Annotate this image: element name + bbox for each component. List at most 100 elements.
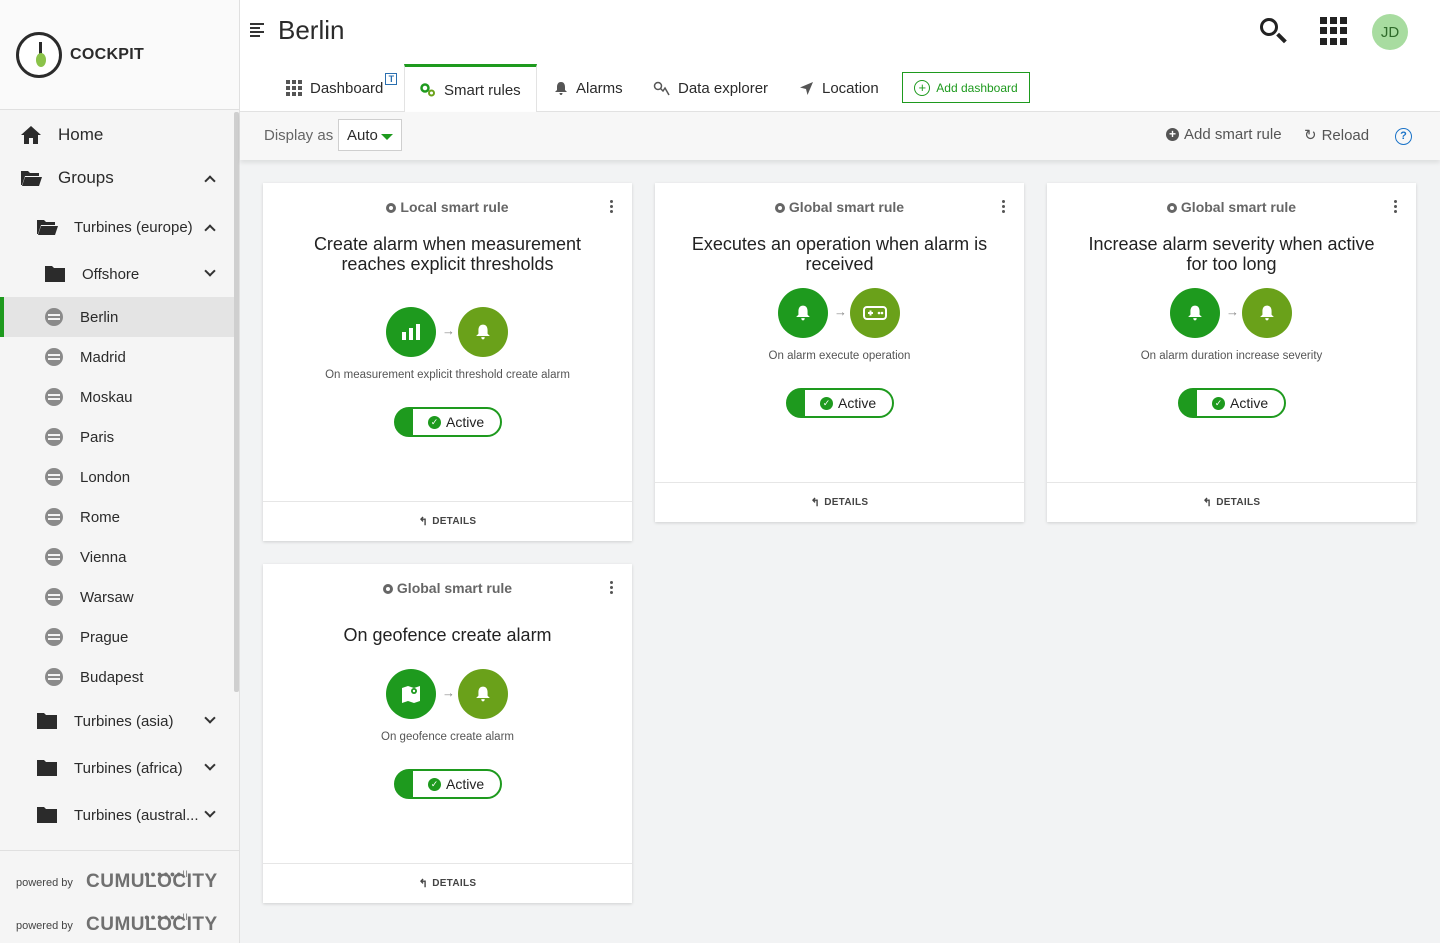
nav-home[interactable]: Home <box>0 118 236 152</box>
caret-down-icon <box>381 134 393 140</box>
tab-data-explorer[interactable]: Data explorer <box>653 64 768 112</box>
tab-dashboard-label: Dashboard <box>310 79 384 97</box>
tab-smart-rules[interactable]: Smart rules <box>404 64 537 113</box>
chevron-down-icon[interactable] <box>204 712 216 724</box>
details-label: DETAILS <box>1216 497 1261 508</box>
cumulocity-logo-text: CUMULOCITY <box>86 871 218 892</box>
tab-location-label: Location <box>822 79 879 97</box>
app-switcher-icon[interactable] <box>1320 17 1348 45</box>
user-avatar[interactable]: JD <box>1372 14 1408 50</box>
details-button[interactable]: ↰ DETAILS <box>1047 482 1416 522</box>
nav-device-label: Paris <box>80 428 115 446</box>
brand[interactable]: COCKPIT <box>0 0 239 110</box>
nav-device-paris[interactable]: Paris <box>0 417 236 457</box>
nav-device-budapest[interactable]: Budapest <box>0 657 236 697</box>
refresh-icon: ↻ <box>1304 127 1317 144</box>
sidebar: COCKPIT Home Groups Turbines (europe) Of… <box>0 0 240 943</box>
details-button[interactable]: ↰ DETAILS <box>263 501 632 541</box>
tab-dashboard[interactable]: Dashboard T <box>286 64 398 112</box>
nav-turbines-asia[interactable]: Turbines (asia) <box>0 704 236 738</box>
nav-turbines-asia-label: Turbines (asia) <box>74 712 174 730</box>
grid-icon <box>286 80 302 96</box>
nav-turbines-europe[interactable]: Turbines (europe) <box>0 210 236 244</box>
rule-title: Increase alarm severity when active for … <box>1088 234 1375 274</box>
chevron-down-icon[interactable] <box>204 806 216 818</box>
help-icon[interactable]: ? <box>1395 128 1412 145</box>
device-icon <box>45 468 63 486</box>
gamepad-icon <box>850 288 900 338</box>
rule-description: On alarm execute operation <box>768 350 911 362</box>
chevron-down-icon[interactable] <box>204 759 216 771</box>
chevron-up-icon[interactable] <box>204 175 216 187</box>
nav-device-warsaw[interactable]: Warsaw <box>0 577 236 617</box>
device-icon <box>45 668 63 686</box>
smart-rule-card: Global smart rule Increase alarm severit… <box>1047 183 1416 522</box>
plus-circle-icon: + <box>914 79 931 96</box>
device-icon <box>45 508 63 526</box>
nav-device-moskau[interactable]: Moskau <box>0 377 236 417</box>
nav-turbines-australia-label: Turbines (austral... <box>74 806 199 824</box>
more-options-icon[interactable] <box>610 200 614 215</box>
details-button[interactable]: ↰ DETAILS <box>263 863 632 903</box>
rule-type: Local smart rule <box>400 199 509 215</box>
active-toggle[interactable]: ✓ Active <box>786 388 894 418</box>
menu-toggle-icon[interactable] <box>250 23 264 37</box>
tab-location[interactable]: Location <box>799 64 879 112</box>
rule-flow: → <box>1047 288 1416 340</box>
rule-title: Create alarm when measurement reaches ex… <box>313 234 582 274</box>
nav-device-label: Rome <box>80 508 121 526</box>
nav-device-label: Vienna <box>80 548 127 566</box>
nav-groups[interactable]: Groups <box>0 161 236 195</box>
folder-icon <box>44 265 66 283</box>
reply-arrow-icon: ↰ <box>418 878 429 890</box>
check-circle-icon: ✓ <box>428 778 441 791</box>
powered-by-label: powered by <box>16 919 73 932</box>
bell-icon <box>778 288 828 338</box>
nav-device-vienna[interactable]: Vienna <box>0 537 236 577</box>
home-icon <box>20 125 42 145</box>
action-bar: Display as Auto + Add smart rule ↻ Reloa… <box>240 112 1440 160</box>
more-options-icon[interactable] <box>610 581 614 596</box>
details-button[interactable]: ↰ DETAILS <box>655 482 1024 522</box>
global-rule-icon <box>774 203 785 213</box>
more-options-icon[interactable] <box>1394 200 1398 215</box>
nav-device-madrid[interactable]: Madrid <box>0 337 236 377</box>
active-toggle[interactable]: ✓ Active <box>394 407 502 437</box>
more-options-icon[interactable] <box>1002 200 1006 215</box>
add-dashboard-button[interactable]: + Add dashboard <box>902 72 1030 103</box>
nav-offshore-label: Offshore <box>82 265 140 283</box>
sidebar-scrollbar[interactable] <box>234 112 239 692</box>
rule-title: Executes an operation when alarm is rece… <box>691 234 988 274</box>
active-toggle[interactable]: ✓ Active <box>394 769 502 799</box>
nav-turbines-australia[interactable]: Turbines (austral... <box>0 798 236 832</box>
nav-device-london[interactable]: London <box>0 457 236 497</box>
nav-turbines-africa[interactable]: Turbines (africa) <box>0 751 236 785</box>
rule-type: Global smart rule <box>396 580 513 596</box>
nav-device-berlin[interactable]: Berlin <box>0 297 236 337</box>
chevron-down-icon[interactable] <box>204 265 216 277</box>
device-icon <box>45 348 63 366</box>
toggle-label: Active <box>446 776 485 792</box>
device-icon <box>45 548 63 566</box>
template-badge: T <box>385 73 398 85</box>
active-toggle[interactable]: ✓ Active <box>1178 388 1286 418</box>
nav-device-prague[interactable]: Prague <box>0 617 236 657</box>
nav-device-label: Madrid <box>80 348 126 366</box>
check-circle-icon: ✓ <box>820 397 833 410</box>
arrow-right-icon: → <box>442 323 455 338</box>
rule-type: Global smart rule <box>788 199 905 215</box>
navigator: Home Groups Turbines (europe) Offshore B… <box>0 110 236 850</box>
display-as-select[interactable]: Auto <box>338 119 402 151</box>
chevron-up-icon[interactable] <box>204 224 216 236</box>
nav-groups-label: Groups <box>58 168 114 187</box>
search-icon[interactable] <box>1258 16 1288 46</box>
nav-offshore[interactable]: Offshore <box>0 257 236 291</box>
tab-alarms[interactable]: Alarms <box>554 64 623 112</box>
nav-device-label: Berlin <box>80 308 119 326</box>
nav-device-label: Prague <box>80 628 129 646</box>
location-arrow-icon <box>799 81 814 96</box>
add-smart-rule-button[interactable]: + Add smart rule <box>1166 126 1282 143</box>
nav-device-rome[interactable]: Rome <box>0 497 236 537</box>
plus-circle-icon: + <box>1166 128 1179 141</box>
reload-button[interactable]: ↻ Reload <box>1304 126 1369 145</box>
